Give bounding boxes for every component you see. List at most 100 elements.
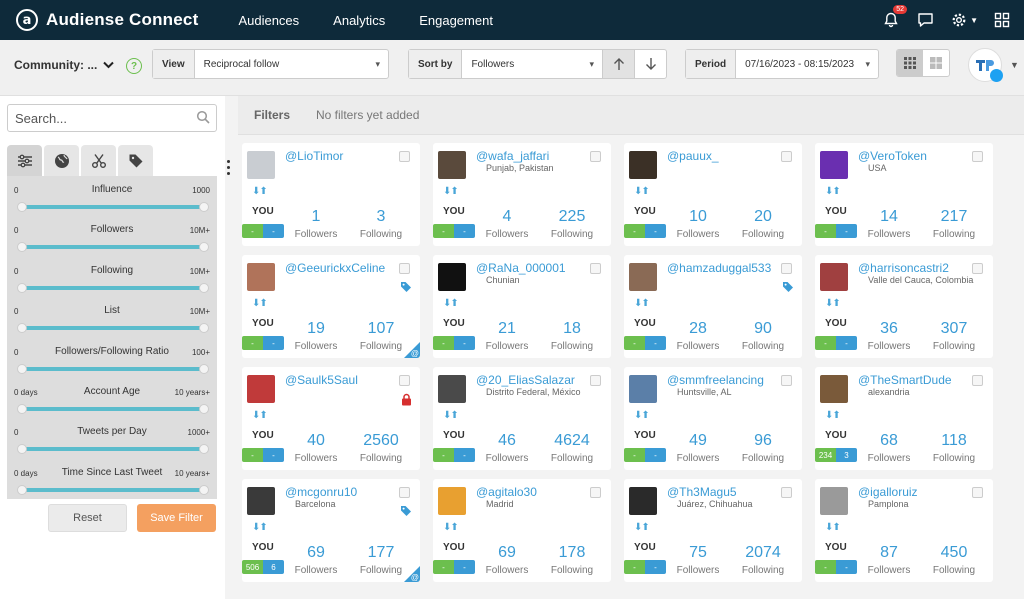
avatar[interactable] bbox=[629, 487, 657, 515]
large-grid-view-button[interactable] bbox=[923, 50, 949, 76]
sort-ascending-button[interactable] bbox=[602, 50, 634, 78]
sort-descending-button[interactable] bbox=[634, 50, 666, 78]
tab-exclude[interactable] bbox=[81, 145, 116, 177]
range-slider-track[interactable] bbox=[21, 326, 205, 331]
community-selector[interactable]: Community: ... bbox=[14, 58, 115, 72]
avatar[interactable] bbox=[438, 151, 466, 179]
user-handle[interactable]: @20_EliasSalazar bbox=[476, 373, 575, 387]
user-handle[interactable]: @harrisoncastri2 bbox=[858, 261, 949, 275]
avatar[interactable] bbox=[247, 375, 275, 403]
range-slider-track[interactable] bbox=[21, 407, 205, 411]
period-select[interactable]: Period 07/16/2023 - 08:15/2023 ▾ bbox=[685, 49, 879, 79]
avatar[interactable] bbox=[438, 375, 466, 403]
select-checkbox[interactable] bbox=[399, 487, 410, 498]
engagement-pill[interactable]: -- bbox=[624, 336, 666, 350]
user-handle[interactable]: @Th3Magu5 bbox=[667, 485, 737, 499]
bell-icon[interactable]: 52 bbox=[881, 5, 908, 30]
engagement-pill[interactable]: -- bbox=[815, 336, 857, 350]
chat-icon[interactable] bbox=[915, 10, 935, 30]
range-min-handle[interactable] bbox=[17, 323, 27, 334]
select-checkbox[interactable] bbox=[590, 263, 601, 274]
select-checkbox[interactable] bbox=[781, 151, 792, 162]
select-checkbox[interactable] bbox=[590, 375, 601, 386]
tag-icon[interactable] bbox=[400, 281, 412, 296]
avatar[interactable] bbox=[820, 487, 848, 515]
engagement-pill[interactable]: -- bbox=[624, 448, 666, 462]
select-checkbox[interactable] bbox=[972, 375, 983, 386]
engagement-pill[interactable]: -- bbox=[242, 448, 284, 462]
range-min-handle[interactable] bbox=[17, 404, 27, 414]
range-min-handle[interactable] bbox=[17, 282, 27, 293]
avatar[interactable] bbox=[438, 487, 466, 515]
engagement-pill[interactable]: -- bbox=[242, 336, 284, 350]
app-logo[interactable]: a Audiense Connect bbox=[16, 9, 198, 31]
settings-gear-icon[interactable] bbox=[949, 10, 969, 30]
range-slider-track[interactable] bbox=[21, 487, 205, 492]
range-max-handle[interactable] bbox=[199, 444, 209, 455]
select-checkbox[interactable] bbox=[399, 151, 410, 162]
engagement-pill[interactable]: -- bbox=[433, 336, 475, 350]
tab-location[interactable] bbox=[44, 145, 79, 177]
user-card[interactable]: @mcgonru10 Barcelona ⬇⬆ YOU 506 6 69 177 Followe… bbox=[242, 479, 420, 582]
engagement-pill[interactable]: -- bbox=[433, 224, 475, 238]
range-min-handle[interactable] bbox=[17, 484, 27, 495]
range-min-handle[interactable] bbox=[17, 363, 27, 374]
user-handle[interactable]: @TheSmartDude bbox=[858, 373, 952, 387]
help-icon[interactable]: ? bbox=[126, 58, 142, 74]
user-handle[interactable]: @GeeurickxCeline bbox=[285, 261, 385, 275]
select-checkbox[interactable] bbox=[972, 263, 983, 274]
range-max-handle[interactable] bbox=[199, 404, 209, 414]
range-max-handle[interactable] bbox=[199, 363, 209, 374]
drag-handle[interactable] bbox=[227, 160, 231, 178]
user-card[interactable]: @VeroToken USA ⬇⬆ YOU - - 14 217 Followers Follow… bbox=[815, 143, 993, 246]
select-checkbox[interactable] bbox=[590, 151, 601, 162]
range-max-handle[interactable] bbox=[199, 242, 209, 253]
engagement-pill[interactable]: -- bbox=[815, 560, 857, 574]
user-card[interactable]: @smmfreelancing Huntsville, AL ⬇⬆ YOU - - 49 96… bbox=[624, 367, 802, 470]
user-handle[interactable]: @RaNa_000001 bbox=[476, 261, 566, 275]
engagement-pill[interactable]: 506 6 bbox=[242, 560, 284, 574]
select-checkbox[interactable] bbox=[972, 487, 983, 498]
range-slider-track[interactable] bbox=[21, 285, 205, 290]
select-checkbox[interactable] bbox=[590, 487, 601, 498]
engagement-pill[interactable]: -- bbox=[624, 224, 666, 238]
user-handle[interactable]: @hamzaduggal533 bbox=[667, 261, 771, 275]
select-checkbox[interactable] bbox=[781, 375, 792, 386]
range-min-handle[interactable] bbox=[17, 202, 27, 212]
range-min-handle[interactable] bbox=[17, 444, 27, 455]
select-checkbox[interactable] bbox=[781, 263, 792, 274]
range-slider-track[interactable] bbox=[21, 245, 205, 250]
range-max-handle[interactable] bbox=[199, 484, 209, 495]
save-filter-button[interactable]: Save Filter bbox=[137, 504, 216, 532]
chevron-down-icon[interactable]: ▼ bbox=[970, 16, 978, 25]
user-handle[interactable]: @mcgonru10 bbox=[285, 485, 357, 499]
select-checkbox[interactable] bbox=[781, 487, 792, 498]
user-card[interactable]: @RaNa_000001 Chunian ⬇⬆ YOU - - 21 18 Followers F… bbox=[433, 255, 611, 358]
avatar[interactable] bbox=[438, 263, 466, 291]
select-checkbox[interactable] bbox=[972, 151, 983, 162]
user-handle[interactable]: @smmfreelancing bbox=[667, 373, 764, 387]
nav-analytics[interactable]: Analytics bbox=[333, 13, 385, 28]
select-checkbox[interactable] bbox=[399, 263, 410, 274]
engagement-pill[interactable]: -- bbox=[815, 224, 857, 238]
tab-sliders[interactable] bbox=[7, 145, 42, 177]
avatar[interactable] bbox=[820, 375, 848, 403]
user-handle[interactable]: @Saulk5Saul bbox=[285, 373, 358, 387]
user-card[interactable]: @LioTimor ⬇⬆ YOU - - 1 3 Followers Following bbox=[242, 143, 420, 246]
user-card[interactable]: @wafa_jaffari Punjab, Pakistan ⬇⬆ YOU - - 4 225… bbox=[433, 143, 611, 246]
avatar[interactable] bbox=[820, 151, 848, 179]
search-input[interactable]: Search... bbox=[7, 104, 217, 132]
avatar[interactable] bbox=[629, 151, 657, 179]
view-select[interactable]: View Reciprocal follow ▾ bbox=[152, 49, 389, 79]
user-card[interactable]: @igalloruiz Pamplona ⬇⬆ YOU - - 87 450 Followers… bbox=[815, 479, 993, 582]
avatar[interactable] bbox=[247, 487, 275, 515]
avatar[interactable] bbox=[247, 151, 275, 179]
user-card[interactable]: @Saulk5Saul ⬇⬆ YOU - - 40 2560 Followers Followi… bbox=[242, 367, 420, 470]
user-card[interactable]: @GeeurickxCeline ⬇⬆ YOU - - 19 107 Followers Fol… bbox=[242, 255, 420, 358]
range-max-handle[interactable] bbox=[199, 323, 209, 334]
tab-tags[interactable] bbox=[118, 145, 153, 177]
user-handle[interactable]: @agitalo30 bbox=[476, 485, 537, 499]
user-card[interactable]: @Th3Magu5 Juárez, Chihuahua ⬇⬆ YOU - - 75 2074 F… bbox=[624, 479, 802, 582]
user-handle[interactable]: @pauux_ bbox=[667, 149, 719, 163]
user-handle[interactable]: @LioTimor bbox=[285, 149, 343, 163]
